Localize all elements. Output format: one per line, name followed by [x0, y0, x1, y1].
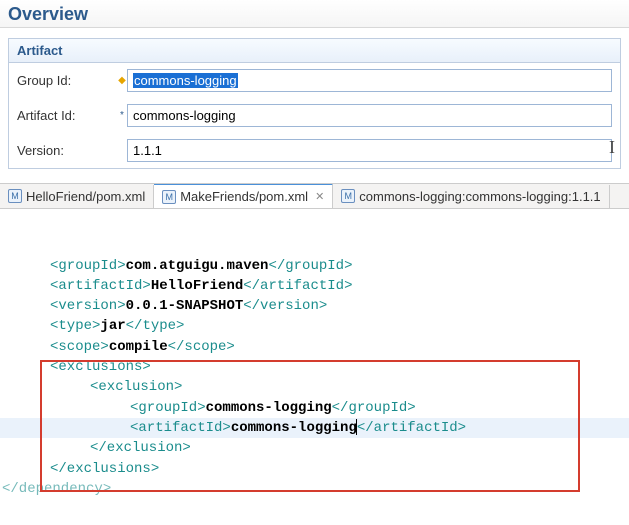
- code-line: <exclusions>: [0, 357, 629, 377]
- group-id-label: Group Id:: [17, 73, 117, 88]
- xml-tag: </groupId>: [332, 400, 416, 416]
- text-cursor-icon: I: [609, 137, 615, 158]
- tab-hellofriend-pom[interactable]: M HelloFriend/pom.xml: [0, 185, 154, 208]
- code-line: <groupId>commons-logging</groupId>: [0, 398, 629, 418]
- tab-label: MakeFriends/pom.xml: [180, 189, 308, 204]
- group-id-row: Group Id: ◆ commons-logging: [9, 63, 620, 98]
- hint-icon: ◆: [117, 75, 127, 86]
- xml-tag: <exclusion>: [90, 379, 182, 395]
- editor-tab-bar: M HelloFriend/pom.xml M MakeFriends/pom.…: [0, 183, 629, 209]
- xml-tag: <scope>: [50, 339, 109, 355]
- xml-editor[interactable]: <groupId>com.atguigu.maven</groupId><art…: [0, 209, 629, 525]
- artifact-panel: Artifact Group Id: ◆ commons-logging Art…: [8, 38, 621, 169]
- maven-file-icon: M: [8, 189, 22, 203]
- xml-text: 0.0.1-SNAPSHOT: [126, 298, 244, 314]
- maven-file-icon: M: [341, 189, 355, 203]
- xml-tag: </exclusions>: [50, 461, 159, 477]
- xml-tag: <version>: [50, 298, 126, 314]
- xml-text: compile: [109, 339, 168, 355]
- xml-text: commons-logging: [231, 420, 357, 436]
- artifact-id-row: Artifact Id: *: [9, 98, 620, 133]
- version-row: Version: I: [9, 133, 620, 168]
- tab-makefriends-pom[interactable]: M MakeFriends/pom.xml ✕: [154, 183, 333, 208]
- xml-text: com.atguigu.maven: [126, 258, 269, 274]
- code-line: <version>0.0.1-SNAPSHOT</version>: [0, 296, 629, 316]
- xml-text: commons-logging: [206, 400, 332, 416]
- code-line: <type>jar</type>: [0, 316, 629, 336]
- xml-tag: </artifactId>: [243, 278, 352, 294]
- xml-tag: <groupId>: [50, 258, 126, 274]
- required-icon: *: [117, 110, 127, 121]
- xml-tag: </dependency>: [2, 481, 111, 497]
- maven-file-icon: M: [162, 190, 176, 204]
- tab-label: commons-logging:commons-logging:1.1.1: [359, 189, 600, 204]
- xml-tag: </scope>: [168, 339, 235, 355]
- artifact-id-label: Artifact Id:: [17, 108, 117, 123]
- code-line: </exclusion>: [0, 438, 629, 458]
- xml-text: jar: [100, 318, 125, 334]
- close-icon[interactable]: ✕: [315, 190, 324, 203]
- xml-tag: <exclusions>: [50, 359, 151, 375]
- code-line: <exclusion>: [0, 377, 629, 397]
- xml-tag: <type>: [50, 318, 100, 334]
- xml-tag: </groupId>: [268, 258, 352, 274]
- xml-text: HelloFriend: [151, 278, 243, 294]
- code-line: <scope>compile</scope>: [0, 337, 629, 357]
- code-line: <artifactId>HelloFriend</artifactId>: [0, 276, 629, 296]
- version-label: Version:: [17, 143, 117, 158]
- xml-tag: </type>: [126, 318, 185, 334]
- code-line: </dependency>: [0, 479, 629, 499]
- version-input[interactable]: [127, 139, 612, 162]
- code-line: </exclusions>: [0, 459, 629, 479]
- xml-tag: <artifactId>: [50, 278, 151, 294]
- xml-tag: <groupId>: [130, 400, 206, 416]
- xml-tag: </artifactId>: [357, 420, 466, 436]
- artifact-panel-title: Artifact: [9, 39, 620, 63]
- group-id-input[interactable]: commons-logging: [127, 69, 612, 92]
- xml-tag: </exclusion>: [90, 440, 191, 456]
- tab-label: HelloFriend/pom.xml: [26, 189, 145, 204]
- tab-commons-logging[interactable]: M commons-logging:commons-logging:1.1.1: [333, 185, 609, 208]
- code-line: <artifactId>commons-logging</artifactId>: [0, 418, 629, 438]
- xml-tag: <artifactId>: [130, 420, 231, 436]
- code-line: <groupId>com.atguigu.maven</groupId>: [0, 256, 629, 276]
- overview-title: Overview: [0, 0, 629, 28]
- xml-tag: </version>: [243, 298, 327, 314]
- group-id-value: commons-logging: [133, 73, 238, 88]
- artifact-id-input[interactable]: [127, 104, 612, 127]
